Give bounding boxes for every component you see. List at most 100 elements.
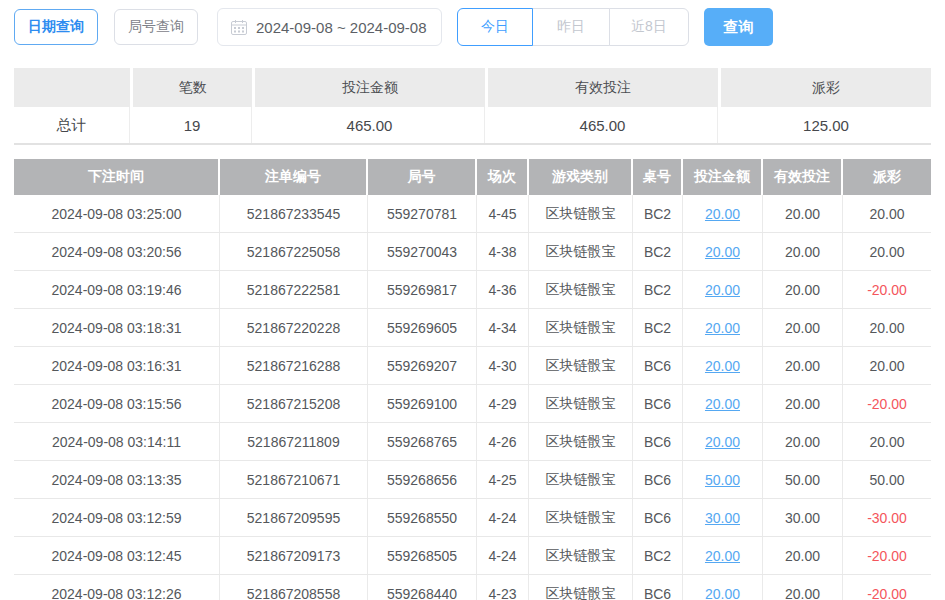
record-table-no: BC2 (633, 537, 683, 574)
record-order-id: 521867208558 (220, 575, 368, 600)
record-bet-amount-link[interactable]: 20.00 (705, 396, 740, 412)
record-valid-bet: 50.00 (763, 461, 843, 498)
summary-total-row: 总计 19 465.00 465.00 125.00 (14, 107, 931, 145)
record-time: 2024-09-08 03:12:59 (14, 499, 220, 536)
records-header-game-type: 游戏类别 (529, 159, 633, 195)
record-session: 4-23 (477, 575, 529, 600)
search-button[interactable]: 查询 (704, 8, 773, 46)
summary-total-label: 总计 (14, 107, 130, 143)
summary-header-row: 笔数 投注金额 有效投注 派彩 (14, 68, 931, 107)
last8days-button[interactable]: 近8日 (609, 8, 689, 46)
record-row: 2024-09-08 03:12:45521867209173559268505… (14, 537, 931, 575)
record-game-type: 区块链骰宝 (529, 233, 633, 270)
record-round-id: 559268656 (368, 461, 477, 498)
record-game-type: 区块链骰宝 (529, 271, 633, 308)
record-session: 4-29 (477, 385, 529, 422)
record-table-no: BC6 (633, 499, 683, 536)
record-row: 2024-09-08 03:19:46521867222581559269817… (14, 271, 931, 309)
record-time: 2024-09-08 03:12:45 (14, 537, 220, 574)
date-range-value: 2024-09-08 ~ 2024-09-08 (256, 19, 427, 36)
record-round-id: 559270781 (368, 195, 477, 232)
yesterday-button[interactable]: 昨日 (532, 8, 610, 46)
record-order-id: 521867220228 (220, 309, 368, 346)
record-session: 4-24 (477, 499, 529, 536)
record-valid-bet: 20.00 (763, 347, 843, 384)
today-button[interactable]: 今日 (457, 8, 533, 46)
record-row: 2024-09-08 03:15:56521867215208559269100… (14, 385, 931, 423)
record-bet-amount: 20.00 (683, 233, 763, 270)
records-header-order-id: 注单编号 (220, 159, 368, 195)
record-round-id: 559270043 (368, 233, 477, 270)
quick-range-group: 今日 昨日 近8日 (457, 8, 689, 46)
record-game-type: 区块链骰宝 (529, 499, 633, 536)
record-bet-amount: 20.00 (683, 385, 763, 422)
record-bet-amount: 20.00 (683, 423, 763, 460)
summary-total-count: 19 (133, 107, 252, 143)
record-table-no: BC2 (633, 195, 683, 232)
record-bet-amount-link[interactable]: 20.00 (705, 434, 740, 450)
records-header-table-no: 桌号 (633, 159, 683, 195)
record-game-type: 区块链骰宝 (529, 423, 633, 460)
summary-header-empty (14, 68, 130, 107)
record-order-id: 521867225058 (220, 233, 368, 270)
record-time: 2024-09-08 03:18:31 (14, 309, 220, 346)
record-order-id: 521867222581 (220, 271, 368, 308)
record-order-id: 521867233545 (220, 195, 368, 232)
record-bet-amount-link[interactable]: 20.00 (705, 320, 740, 336)
record-valid-bet: 20.00 (763, 195, 843, 232)
record-table-no: BC6 (633, 347, 683, 384)
record-time: 2024-09-08 03:15:56 (14, 385, 220, 422)
summary-header-count: 笔数 (133, 68, 252, 107)
record-order-id: 521867210671 (220, 461, 368, 498)
toolbar: 日期查询 局号查询 2024-09-08 ~ 2024-09-08 今日 昨日 … (0, 0, 945, 46)
record-row: 2024-09-08 03:16:31521867216288559269207… (14, 347, 931, 385)
record-bet-amount-link[interactable]: 20.00 (705, 244, 740, 260)
record-valid-bet: 20.00 (763, 271, 843, 308)
record-payout: 20.00 (843, 233, 931, 270)
records-header-payout: 派彩 (843, 159, 931, 195)
record-row: 2024-09-08 03:14:11521867211809559268765… (14, 423, 931, 461)
record-payout: 20.00 (843, 347, 931, 384)
record-bet-amount: 30.00 (683, 499, 763, 536)
record-game-type: 区块链骰宝 (529, 575, 633, 600)
record-bet-amount-link[interactable]: 20.00 (705, 548, 740, 564)
record-table-no: BC2 (633, 233, 683, 270)
round-query-button[interactable]: 局号查询 (114, 9, 198, 45)
record-bet-amount-link[interactable]: 30.00 (705, 510, 740, 526)
record-payout: -20.00 (843, 271, 931, 308)
records-header-bet-amount: 投注金额 (683, 159, 763, 195)
record-round-id: 559269207 (368, 347, 477, 384)
record-row: 2024-09-08 03:13:35521867210671559268656… (14, 461, 931, 499)
record-bet-amount-link[interactable]: 20.00 (705, 358, 740, 374)
record-bet-amount: 50.00 (683, 461, 763, 498)
record-time: 2024-09-08 03:25:00 (14, 195, 220, 232)
record-session: 4-24 (477, 537, 529, 574)
summary-header-valid-bet: 有效投注 (488, 68, 718, 107)
record-bet-amount-link[interactable]: 20.00 (705, 206, 740, 222)
record-order-id: 521867216288 (220, 347, 368, 384)
record-order-id: 521867215208 (220, 385, 368, 422)
date-range-input[interactable]: 2024-09-08 ~ 2024-09-08 (217, 8, 442, 46)
record-bet-amount: 20.00 (683, 309, 763, 346)
record-payout: 20.00 (843, 195, 931, 232)
record-payout: -20.00 (843, 385, 931, 422)
record-order-id: 521867209173 (220, 537, 368, 574)
record-valid-bet: 20.00 (763, 309, 843, 346)
record-round-id: 559268765 (368, 423, 477, 460)
records-header-session: 场次 (477, 159, 529, 195)
summary-table: 笔数 投注金额 有效投注 派彩 总计 19 465.00 465.00 125.… (14, 68, 931, 145)
record-bet-amount-link[interactable]: 20.00 (705, 282, 740, 298)
record-payout: -20.00 (843, 575, 931, 600)
record-bet-amount-link[interactable]: 20.00 (705, 586, 740, 600)
record-valid-bet: 30.00 (763, 499, 843, 536)
summary-header-bet-amount: 投注金额 (255, 68, 485, 107)
date-query-button[interactable]: 日期查询 (14, 9, 98, 45)
record-valid-bet: 20.00 (763, 233, 843, 270)
record-round-id: 559268550 (368, 499, 477, 536)
record-payout: -20.00 (843, 537, 931, 574)
record-table-no: BC2 (633, 271, 683, 308)
records-header-valid-bet: 有效投注 (763, 159, 843, 195)
records-header-time: 下注时间 (14, 159, 220, 195)
record-time: 2024-09-08 03:19:46 (14, 271, 220, 308)
record-bet-amount-link[interactable]: 50.00 (705, 472, 740, 488)
